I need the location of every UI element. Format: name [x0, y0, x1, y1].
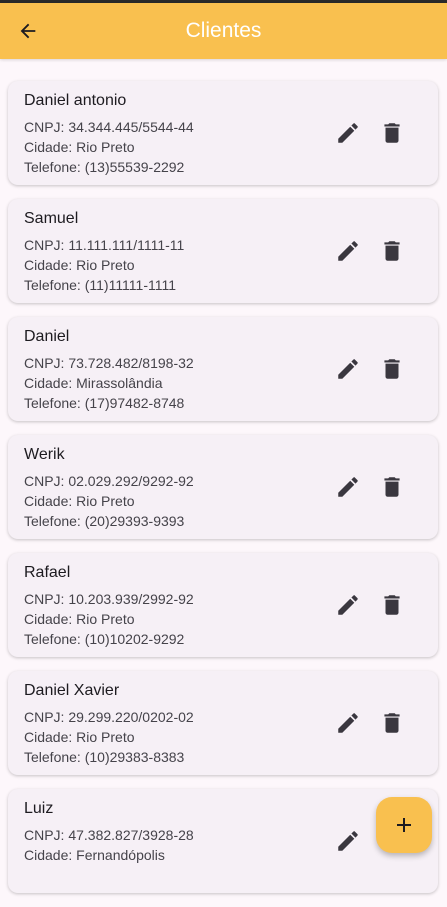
- delete-button[interactable]: [376, 707, 408, 739]
- pencil-icon: [338, 359, 358, 379]
- client-cnpj: CNPJ: 73.728.482/8198-32: [24, 355, 194, 371]
- edit-button[interactable]: [332, 117, 364, 149]
- delete-button[interactable]: [376, 471, 408, 503]
- client-card: Daniel CNPJ: 73.728.482/8198-32 Cidade: …: [8, 317, 438, 421]
- client-cnpj: CNPJ: 29.299.220/0202-02: [24, 709, 194, 725]
- client-card: Daniel antonio CNPJ: 34.344.445/5544-44 …: [8, 81, 438, 185]
- trash-icon: [384, 123, 400, 143]
- delete-button[interactable]: [376, 589, 408, 621]
- client-telefone: Telefone: (10)10202-9292: [24, 631, 185, 647]
- edit-button[interactable]: [332, 707, 364, 739]
- client-cnpj: CNPJ: 10.203.939/2992-92: [24, 591, 194, 607]
- client-telefone: Telefone: (10)29383-8383: [24, 749, 185, 765]
- client-cnpj: CNPJ: 34.344.445/5544-44: [24, 119, 194, 135]
- client-card: Samuel CNPJ: 11.111.111/1111-11 Cidade: …: [8, 199, 438, 303]
- client-cidade: Cidade: Rio Preto: [24, 139, 135, 155]
- back-button[interactable]: [8, 11, 48, 51]
- pencil-icon: [338, 241, 358, 261]
- client-cnpj: CNPJ: 11.111.111/1111-11: [24, 237, 185, 253]
- client-cnpj: CNPJ: 47.382.827/3928-28: [24, 827, 194, 843]
- client-card: Daniel Xavier CNPJ: 29.299.220/0202-02 C…: [8, 671, 438, 775]
- edit-button[interactable]: [332, 471, 364, 503]
- delete-button[interactable]: [376, 353, 408, 385]
- delete-button[interactable]: [376, 235, 408, 267]
- client-name: Luiz: [24, 800, 54, 817]
- app-bar: Clientes: [0, 3, 447, 59]
- client-list: Daniel antonio CNPJ: 34.344.445/5544-44 …: [8, 81, 438, 907]
- client-cidade: Cidade: Fernandópolis: [24, 847, 165, 863]
- client-cidade: Cidade: Rio Preto: [24, 257, 135, 273]
- client-telefone: Telefone: (17)97482-8748: [24, 395, 185, 411]
- pencil-icon: [338, 713, 358, 733]
- arrow-left-icon: [20, 23, 36, 39]
- page-title: Clientes: [185, 19, 262, 42]
- client-name: Daniel Xavier: [24, 682, 120, 699]
- trash-icon: [384, 713, 400, 733]
- delete-button[interactable]: [376, 117, 408, 149]
- client-cidade: Cidade: Rio Preto: [24, 611, 135, 627]
- client-telefone: Telefone: (20)29393-9393: [24, 513, 185, 529]
- pencil-icon: [338, 595, 358, 615]
- pencil-icon: [338, 831, 358, 851]
- client-cidade: Cidade: Rio Preto: [24, 493, 135, 509]
- client-cidade: Cidade: Mirassolândia: [24, 375, 163, 391]
- trash-icon: [384, 241, 400, 261]
- edit-button[interactable]: [332, 825, 364, 857]
- trash-icon: [384, 595, 400, 615]
- client-name: Samuel: [24, 210, 79, 227]
- client-cnpj: CNPJ: 02.029.292/9292-92: [24, 473, 194, 489]
- edit-button[interactable]: [332, 589, 364, 621]
- client-cidade: Cidade: Rio Preto: [24, 729, 135, 745]
- client-telefone: Telefone: (11)11111-1111: [24, 277, 177, 293]
- edit-button[interactable]: [332, 353, 364, 385]
- client-telefone: Telefone: (13)55539-2292: [24, 159, 185, 175]
- client-name: Werik: [24, 446, 65, 463]
- client-name: Rafael: [24, 564, 71, 581]
- pencil-icon: [338, 123, 358, 143]
- client-name: Daniel: [24, 328, 70, 345]
- edit-button[interactable]: [332, 235, 364, 267]
- client-name: Daniel antonio: [24, 92, 127, 109]
- client-card: Luiz CNPJ: 47.382.827/3928-28 Cidade: Fe…: [8, 789, 438, 893]
- trash-icon: [384, 477, 400, 497]
- client-card: Rafael CNPJ: 10.203.939/2992-92 Cidade: …: [8, 553, 438, 657]
- trash-icon: [384, 359, 400, 379]
- client-card: Werik CNPJ: 02.029.292/9292-92 Cidade: R…: [8, 435, 438, 539]
- add-client-button[interactable]: [376, 797, 432, 853]
- plus-icon: [397, 818, 411, 832]
- pencil-icon: [338, 477, 358, 497]
